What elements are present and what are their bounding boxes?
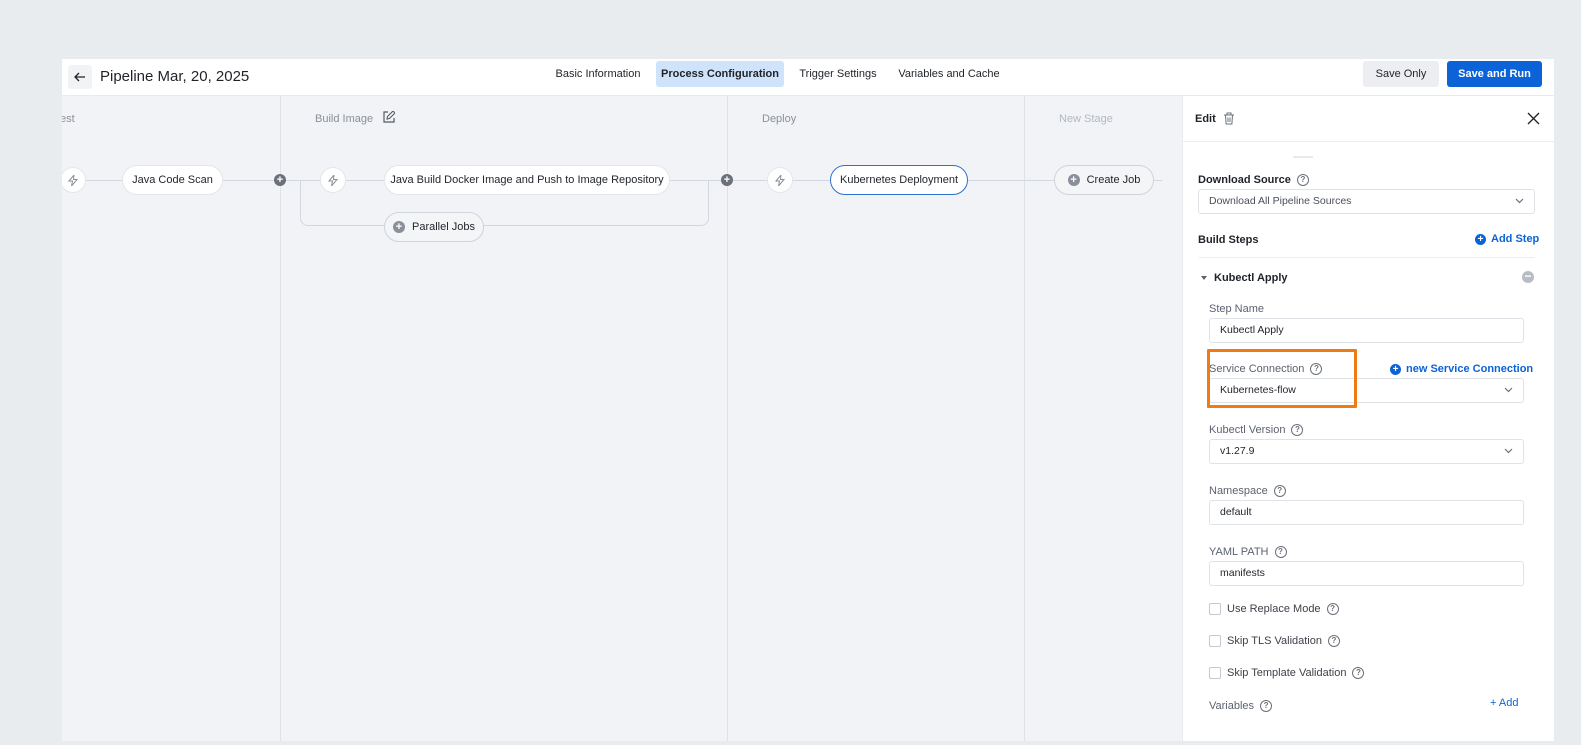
job-java-code-scan[interactable]: Java Code Scan: [122, 165, 223, 195]
job-kubernetes-deployment[interactable]: Kubernetes Deployment: [830, 165, 968, 195]
add-step-label: Add Step: [1491, 233, 1540, 245]
add-stage-plus-icon[interactable]: +: [721, 174, 733, 186]
skip-template-option[interactable]: Skip Template Validation ?: [1209, 667, 1365, 679]
kubectl-version-value: v1.27.9: [1220, 445, 1255, 457]
help-icon[interactable]: ?: [1291, 424, 1304, 436]
edit-stage-icon[interactable]: [383, 111, 395, 123]
help-icon[interactable]: ?: [1326, 603, 1339, 615]
job-docker-build[interactable]: Java Build Docker Image and Push to Imag…: [384, 165, 670, 195]
build-steps-label: Build Steps: [1198, 234, 1259, 246]
use-replace-mode-option[interactable]: Use Replace Mode ?: [1209, 603, 1339, 615]
skip-tls-option[interactable]: Skip TLS Validation ?: [1209, 635, 1340, 647]
stage-divider: [1024, 96, 1025, 741]
download-source-select[interactable]: Download All Pipeline Sources: [1198, 189, 1535, 214]
add-stage-plus-icon[interactable]: +: [274, 174, 286, 186]
skip-tls-label: Skip TLS Validation: [1227, 635, 1322, 647]
add-step-link[interactable]: + Add Step: [1475, 233, 1539, 245]
help-icon[interactable]: ?: [1273, 485, 1286, 497]
tab-trigger-settings[interactable]: Trigger Settings: [792, 61, 884, 87]
create-job-label: Create Job: [1086, 174, 1141, 186]
yaml-path-label-text: YAML PATH: [1209, 546, 1269, 558]
service-connection-select[interactable]: Kubernetes-flow: [1209, 378, 1524, 403]
variables-label-text: Variables: [1209, 700, 1255, 712]
namespace-label: Namespace ?: [1209, 485, 1286, 497]
tab-process-configuration[interactable]: Process Configuration: [656, 61, 784, 87]
service-connection-value: Kubernetes-flow: [1220, 384, 1296, 396]
kubectl-version-label-text: Kubectl Version: [1209, 424, 1286, 436]
download-source-value: Download All Pipeline Sources: [1209, 195, 1352, 207]
config-tabs: Basic Information Process Configuration …: [62, 59, 1554, 96]
caret-down-icon: [1201, 276, 1207, 280]
stage-title-deploy[interactable]: Deploy: [762, 113, 796, 125]
kubectl-version-label: Kubectl Version ?: [1209, 424, 1304, 436]
variables-label: Variables ?: [1209, 700, 1273, 712]
use-replace-mode-checkbox[interactable]: [1209, 603, 1221, 615]
stage-title-build-image[interactable]: Build Image: [315, 113, 373, 125]
edit-panel: Edit Download Source ? Download All Pipe…: [1182, 96, 1554, 741]
plus-circle-icon: +: [1390, 363, 1401, 375]
lightning-icon: [68, 174, 78, 186]
namespace-label-text: Namespace: [1209, 485, 1268, 497]
use-replace-mode-label: Use Replace Mode: [1227, 603, 1321, 615]
job-trigger-icon[interactable]: [767, 167, 793, 193]
tab-variables-and-cache[interactable]: Variables and Cache: [894, 61, 1004, 87]
job-trigger-icon[interactable]: [62, 167, 86, 193]
save-only-button[interactable]: Save Only: [1363, 61, 1439, 87]
download-source-label: Download Source ?: [1198, 174, 1309, 186]
plus-circle-icon: +: [1475, 233, 1486, 245]
help-icon[interactable]: ?: [1260, 700, 1273, 712]
plus-circle-icon: +: [393, 221, 405, 233]
step-header-name: Kubectl Apply: [1214, 272, 1288, 284]
parallel-jobs-label: Parallel Jobs: [412, 221, 475, 233]
step-header[interactable]: Kubectl Apply: [1201, 272, 1288, 284]
yaml-path-label: YAML PATH ?: [1209, 546, 1287, 558]
top-bar: Pipeline Mar, 20, 2025 Basic Information…: [62, 59, 1554, 96]
new-service-connection-label: new Service Connection: [1406, 363, 1534, 375]
yaml-path-input[interactable]: manifests: [1209, 561, 1524, 586]
lightning-icon: [328, 174, 338, 186]
chevron-down-icon: [1504, 448, 1513, 454]
edit-panel-header: Edit: [1183, 96, 1554, 142]
service-connection-label: Service Connection ?: [1209, 363, 1323, 375]
help-icon[interactable]: ?: [1327, 635, 1340, 647]
help-icon[interactable]: ?: [1274, 546, 1287, 558]
divider: [1199, 257, 1535, 258]
kubectl-version-select[interactable]: v1.27.9: [1209, 439, 1524, 464]
create-job-button[interactable]: + Create Job: [1054, 165, 1154, 195]
job-trigger-icon[interactable]: [320, 167, 346, 193]
new-service-connection-link[interactable]: + new Service Connection: [1390, 363, 1533, 375]
save-and-run-button[interactable]: Save and Run: [1447, 61, 1542, 87]
pipeline-editor: Pipeline Mar, 20, 2025 Basic Information…: [62, 59, 1554, 741]
edit-panel-title: Edit: [1195, 113, 1216, 125]
tab-basic-information[interactable]: Basic Information: [548, 61, 648, 87]
skip-template-checkbox[interactable]: [1209, 667, 1221, 679]
help-icon[interactable]: ?: [1296, 174, 1309, 186]
stage-divider: [727, 96, 728, 741]
tab-indicator: [1293, 156, 1313, 158]
step-name-input[interactable]: Kubectl Apply: [1209, 318, 1524, 343]
stage-title-new-stage[interactable]: New Stage: [1059, 113, 1113, 125]
skip-tls-checkbox[interactable]: [1209, 635, 1221, 647]
add-variable-link[interactable]: + Add: [1490, 697, 1518, 709]
stage-title-test: est: [62, 113, 75, 125]
help-icon[interactable]: ?: [1352, 667, 1365, 679]
lightning-icon: [775, 174, 785, 186]
plus-circle-icon: +: [1067, 174, 1080, 186]
download-source-label-text: Download Source: [1198, 174, 1291, 186]
chevron-down-icon: [1504, 387, 1513, 393]
chevron-down-icon: [1515, 198, 1524, 204]
parallel-jobs-button[interactable]: + Parallel Jobs: [384, 212, 484, 242]
skip-template-label: Skip Template Validation: [1227, 667, 1347, 679]
help-icon[interactable]: ?: [1310, 363, 1323, 375]
remove-step-icon[interactable]: −: [1522, 270, 1534, 283]
trash-icon[interactable]: [1223, 112, 1235, 125]
step-name-label: Step Name: [1209, 303, 1265, 315]
service-connection-label-text: Service Connection: [1209, 363, 1305, 375]
namespace-input[interactable]: default: [1209, 500, 1524, 525]
stage-divider: [280, 96, 281, 741]
close-icon[interactable]: [1527, 112, 1540, 125]
